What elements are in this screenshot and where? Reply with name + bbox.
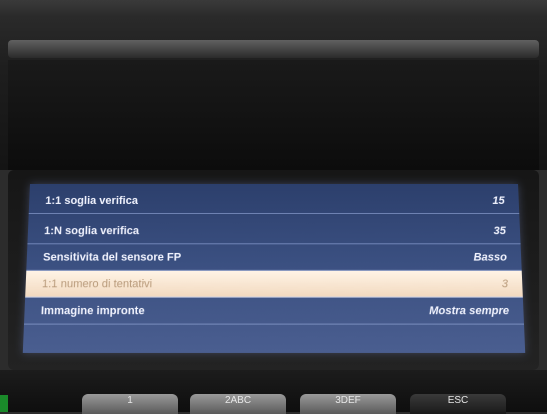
key-2[interactable]: 2ABC	[190, 394, 286, 414]
menu-item-value: 15	[492, 194, 505, 207]
menu-item-fingerprint-image[interactable]: Immagine impronte Mostra sempre	[23, 297, 525, 325]
key-1[interactable]: 1	[82, 394, 178, 414]
status-led	[0, 395, 8, 412]
device-lip	[8, 40, 539, 58]
menu-item-value: 35	[493, 224, 507, 237]
menu-item-value: Mostra sempre	[428, 304, 510, 317]
key-3[interactable]: 3DEF	[300, 394, 396, 414]
menu-item-attempts-1-1[interactable]: 1:1 numero di tentativi 3	[25, 270, 523, 298]
key-esc[interactable]: ESC	[410, 394, 506, 414]
lcd-screen: 1:1 soglia verifica 15 1:N soglia verifi…	[22, 184, 526, 353]
menu-item-verify-threshold-1-1[interactable]: 1:1 soglia verifica 15	[28, 187, 520, 214]
device-recess	[8, 60, 539, 170]
menu-item-value: Basso	[473, 250, 508, 264]
menu-item-label: Sensitivita del sensore FP	[42, 250, 182, 264]
menu-item-label: 1:1 soglia verifica	[45, 194, 139, 207]
menu-item-verify-threshold-1-n[interactable]: 1:N soglia verifica 35	[27, 218, 521, 245]
menu-item-fp-sensor-sensitivity[interactable]: Sensitivita del sensore FP Basso	[26, 244, 522, 271]
menu-item-label: 1:1 numero di tentativi	[41, 277, 153, 290]
menu-item-value: 3	[501, 277, 509, 290]
menu-item-label: Immagine impronte	[40, 304, 145, 317]
menu-item-label: 1:N soglia verifica	[43, 224, 140, 237]
